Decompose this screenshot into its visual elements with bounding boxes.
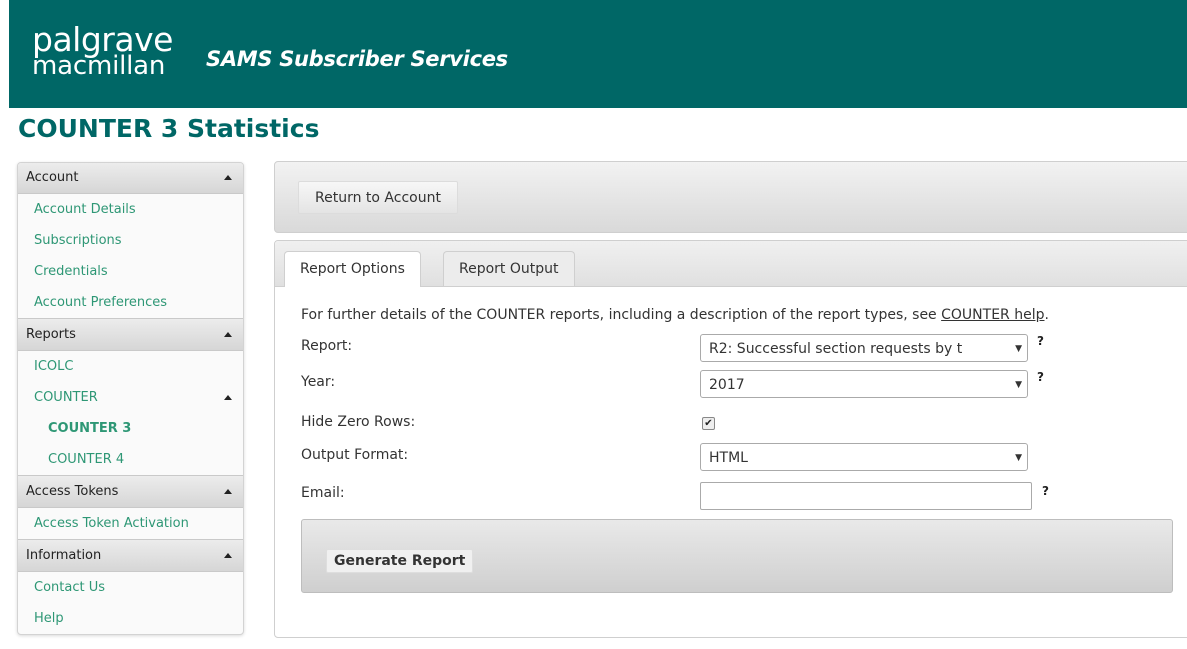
sidebar-item-counter-3[interactable]: COUNTER 3 (18, 413, 243, 444)
year-label: Year: (301, 374, 336, 390)
sidebar-item-access-token-activation[interactable]: Access Token Activation (18, 508, 243, 539)
intro-text-body: For further details of the COUNTER repor… (301, 307, 942, 323)
sidebar-item-account-details[interactable]: Account Details (18, 194, 243, 225)
sidebar-item-counter-4[interactable]: COUNTER 4 (18, 444, 243, 475)
caret-up-icon (224, 331, 232, 337)
report-label: Report: (301, 338, 353, 354)
hide-zero-rows-checkbox[interactable]: ✔ (702, 417, 715, 430)
report-select-value: R2: Successful section requests by t (709, 341, 963, 357)
email-input[interactable] (700, 482, 1032, 510)
tab-bar: Report Options Report Output (275, 241, 1187, 287)
year-help-icon[interactable]: ? (1037, 370, 1044, 384)
caret-up-icon (224, 394, 232, 400)
site-header: palgrave macmillan SAMS Subscriber Servi… (9, 0, 1187, 108)
caret-up-icon (224, 175, 232, 180)
tab-report-output[interactable]: Report Output (443, 251, 575, 286)
intro-text: For further details of the COUNTER repor… (301, 307, 1049, 323)
sidebar-section-account[interactable]: Account (18, 163, 243, 194)
sidebar-section-label: Reports (26, 327, 76, 342)
palgrave-macmillan-logo[interactable]: palgrave macmillan (32, 23, 173, 79)
dropdown-arrow-icon: ▼ (1012, 371, 1022, 397)
sidebar-nav: Account Account Details Subscriptions Cr… (17, 162, 244, 635)
sidebar-section-reports[interactable]: Reports (18, 318, 243, 351)
sidebar-item-help[interactable]: Help (18, 603, 243, 634)
sidebar-item-icolc[interactable]: ICOLC (18, 351, 243, 382)
email-help-icon[interactable]: ? (1042, 484, 1049, 498)
generate-bar: Generate Report (301, 519, 1173, 593)
page-title: COUNTER 3 Statistics (18, 114, 320, 143)
report-panel: Report Options Report Output For further… (274, 240, 1187, 638)
report-help-icon[interactable]: ? (1037, 334, 1044, 348)
sidebar-item-counter[interactable]: COUNTER (18, 382, 243, 413)
sidebar-item-account-preferences[interactable]: Account Preferences (18, 287, 243, 318)
caret-up-icon (224, 552, 232, 558)
sidebar-section-label: Access Tokens (26, 484, 119, 499)
sidebar-item-credentials[interactable]: Credentials (18, 256, 243, 287)
email-label: Email: (301, 485, 345, 501)
sidebar-section-access-tokens[interactable]: Access Tokens (18, 475, 243, 508)
output-format-label: Output Format: (301, 447, 409, 463)
sidebar-item-subscriptions[interactable]: Subscriptions (18, 225, 243, 256)
sidebar-section-label: Information (26, 548, 102, 563)
year-select-value: 2017 (709, 377, 745, 393)
report-select[interactable]: R2: Successful section requests by t ▼ (700, 334, 1028, 362)
site-title: SAMS Subscriber Services (206, 47, 508, 71)
intro-text-end: . (1044, 307, 1049, 323)
generate-report-button[interactable]: Generate Report (326, 549, 474, 573)
sidebar-section-label: Account (26, 170, 79, 185)
sidebar-item-contact-us[interactable]: Contact Us (18, 572, 243, 603)
logo-line-2: macmillan (32, 51, 166, 81)
counter-help-link[interactable]: COUNTER help (941, 307, 1044, 323)
caret-up-icon (224, 488, 232, 494)
output-format-select[interactable]: HTML ▼ (700, 443, 1028, 471)
action-toolbar: Return to Account (274, 161, 1187, 233)
dropdown-arrow-icon: ▼ (1012, 444, 1022, 470)
tab-report-options[interactable]: Report Options (284, 251, 421, 287)
sidebar-item-label: COUNTER (34, 390, 98, 405)
dropdown-arrow-icon: ▼ (1012, 335, 1022, 361)
year-select[interactable]: 2017 ▼ (700, 370, 1028, 398)
return-to-account-button[interactable]: Return to Account (298, 181, 458, 214)
output-format-select-value: HTML (709, 450, 748, 466)
hide-zero-rows-label: Hide Zero Rows: (301, 414, 416, 430)
sidebar-section-information[interactable]: Information (18, 539, 243, 572)
